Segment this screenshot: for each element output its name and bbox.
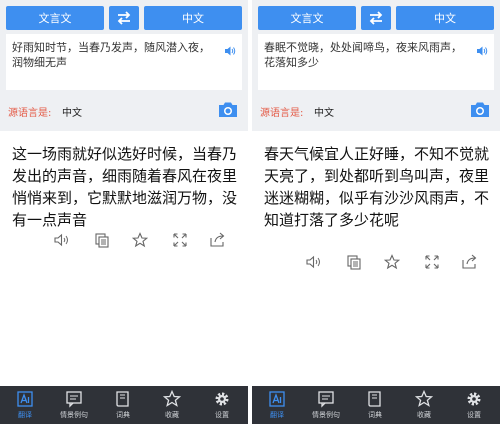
bottom-tab-bar: 翻译 情景例句 词典 收藏 设置 [252,386,500,424]
source-language-row: 源语言是: 中文 [252,94,500,128]
target-language-button[interactable]: 中文 [144,6,242,30]
tab-label: 设置 [467,411,481,419]
tab-label: 情景例句 [312,411,340,419]
swap-languages-button[interactable] [361,6,391,30]
share-icon[interactable] [209,231,227,249]
copy-icon[interactable] [345,253,363,271]
source-language-value: 中文 [62,108,82,119]
tab-scenario-examples[interactable]: 情景例句 [304,386,348,424]
tab-settings[interactable]: 设置 [207,386,237,424]
tab-settings[interactable]: 设置 [459,386,489,424]
translation-result: 这一场雨就好似选好时候，当春乃发出的声音，细雨随着春风在夜里悄悄来到，它默默地滋… [12,145,238,229]
input-area: 文言文 中文 好雨知时节，当春乃发声，随风潜入夜，润物细无声 源语言是: 中文 [0,0,248,131]
source-text: 春眠不觉晓，处处闻啼鸟，夜来风雨声，花落知多少 [264,41,462,69]
translator-panel-left: 文言文 中文 好雨知时节，当春乃发声，随风潜入夜，润物细无声 源语言是: 中文 [0,0,248,424]
source-language-value: 中文 [314,108,334,119]
speaker-icon[interactable] [476,42,488,61]
translator-panel-right: 文言文 中文 春眠不觉晓，处处闻啼鸟，夜来风雨声，花落知多少 源语言是: 中文 [252,0,500,424]
source-language-button[interactable]: 文言文 [6,6,104,30]
result-actions [252,253,500,271]
source-text-input[interactable]: 春眠不觉晓，处处闻啼鸟，夜来风雨声，花落知多少 [258,34,494,90]
tab-label: 设置 [215,411,229,419]
gear-icon [465,390,483,408]
tab-translate[interactable]: 翻译 [262,386,292,424]
book-icon [366,390,384,408]
tab-favorites[interactable]: 收藏 [409,386,439,424]
speaker-icon[interactable] [305,253,323,271]
tab-label: 词典 [116,411,130,419]
star-icon [163,390,181,408]
star-icon[interactable] [383,253,401,271]
star-icon[interactable] [131,231,149,249]
source-text: 好雨知时节，当春乃发声，随风潜入夜，润物细无声 [12,41,210,69]
tab-dictionary[interactable]: 词典 [360,386,390,424]
swap-icon [117,11,131,25]
camera-icon[interactable] [218,101,238,122]
gear-icon [213,390,231,408]
source-language-label: 源语言是: [260,108,304,119]
fullscreen-icon[interactable] [171,231,189,249]
swap-languages-button[interactable] [109,6,139,30]
chat-icon [317,390,335,408]
speaker-icon[interactable] [53,231,71,249]
swap-icon [369,11,383,25]
source-language-label: 源语言是: [8,108,52,119]
source-language-button[interactable]: 文言文 [258,6,356,30]
bottom-tab-bar: 翻译 情景例句 词典 收藏 设置 [0,386,248,424]
translation-result: 春天气候宜人正好睡，不知不觉就天亮了，到处都听到鸟叫声，夜里迷迷糊糊，似乎有沙沙… [264,145,490,229]
copy-icon[interactable] [93,231,111,249]
camera-icon[interactable] [470,101,490,122]
tab-label: 收藏 [165,411,179,419]
tab-label: 翻译 [18,411,32,419]
result-actions [0,231,248,249]
tab-translate[interactable]: 翻译 [10,386,40,424]
tab-dictionary[interactable]: 词典 [108,386,138,424]
speaker-icon[interactable] [224,42,236,61]
source-text-input[interactable]: 好雨知时节，当春乃发声，随风潜入夜，润物细无声 [6,34,242,90]
tab-label: 收藏 [417,411,431,419]
star-icon [415,390,433,408]
target-language-button[interactable]: 中文 [396,6,494,30]
translate-icon [16,390,34,408]
tab-favorites[interactable]: 收藏 [157,386,187,424]
chat-icon [65,390,83,408]
book-icon [114,390,132,408]
fullscreen-icon[interactable] [423,253,441,271]
tab-label: 词典 [368,411,382,419]
tab-scenario-examples[interactable]: 情景例句 [52,386,96,424]
share-icon[interactable] [461,253,479,271]
translate-icon [268,390,286,408]
input-area: 文言文 中文 春眠不觉晓，处处闻啼鸟，夜来风雨声，花落知多少 源语言是: 中文 [252,0,500,131]
source-language-row: 源语言是: 中文 [0,94,248,128]
tab-label: 情景例句 [60,411,88,419]
tab-label: 翻译 [270,411,284,419]
